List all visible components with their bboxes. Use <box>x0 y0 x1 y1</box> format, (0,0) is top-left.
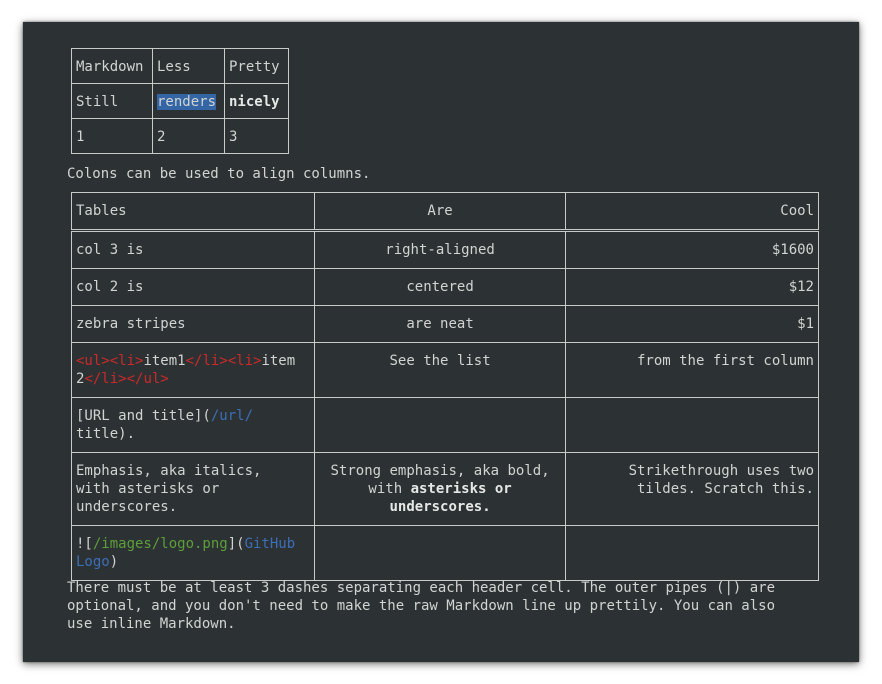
table-cell: centered <box>313 268 567 306</box>
markdown-table-small: Markdown Less Pretty Still renders nicel… <box>71 48 289 154</box>
list-text: item <box>261 353 296 369</box>
cell-text: Strikethrough uses two <box>628 463 814 479</box>
image-alt: GitHub <box>244 536 296 552</box>
cell-text: Strong emphasis, aka bold, <box>330 463 550 479</box>
table-cell: col 3 is <box>71 230 315 269</box>
table-row: col 3 is right-aligned $1600 <box>71 230 819 269</box>
table-cell: 2 <box>152 118 225 154</box>
table-row: 1 2 3 <box>71 118 289 154</box>
table-cell: zebra stripes <box>71 305 315 343</box>
header-cell: Are <box>313 192 567 232</box>
selected-text[interactable]: renders <box>157 94 217 110</box>
table-cell <box>313 397 567 453</box>
table-cell: are neat <box>313 305 567 343</box>
link-title: title). <box>76 426 136 442</box>
table-cell: $1600 <box>565 230 819 269</box>
table-cell: Strikethrough uses two tildes. Scratch th… <box>565 452 819 526</box>
table-cell: $12 <box>565 268 819 306</box>
image-syntax: ![ <box>76 536 93 552</box>
table-cell: 3 <box>224 118 289 154</box>
table-cell: col 2 is <box>71 268 315 306</box>
table-cell: Still <box>71 83 153 119</box>
table-cell: <ul><li>item1</li><li>item 2</li></ul> <box>71 342 315 398</box>
image-syntax: ) <box>109 554 119 570</box>
table-cell: renders <box>152 83 225 119</box>
table-row: ![/images/logo.png](GitHub Logo) <box>71 525 819 581</box>
colons-paragraph: Colons can be used to align columns. <box>67 166 371 182</box>
table-cell: [URL and title](/url/title). <box>71 397 315 453</box>
html-tag: </li><li> <box>185 353 262 369</box>
list-text: item1 <box>143 353 186 369</box>
cell-text: tildes. Scratch this. <box>636 481 814 497</box>
table-row: col 2 is centered $12 <box>71 268 819 306</box>
table-cell: Pretty <box>224 48 289 84</box>
cell-text: Emphasis, aka italics, <box>76 463 262 479</box>
html-tag: </li></ul> <box>84 371 169 387</box>
table-cell: Strong emphasis, aka bold, with asterisks… <box>313 452 567 526</box>
cell-text: with asterisks or <box>76 481 220 497</box>
table-header-row: Tables Are Cool <box>71 192 819 232</box>
table-cell: 1 <box>71 118 153 154</box>
table-row: Emphasis, aka italics, with asterisks or u… <box>71 452 819 526</box>
table-cell: nicely <box>224 83 289 119</box>
table-cell: Markdown <box>71 48 153 84</box>
paragraph-line: optional, and you don't need to make the… <box>67 598 776 614</box>
table-cell: See the list <box>313 342 567 398</box>
table-cell: Emphasis, aka italics, with asterisks or u… <box>71 452 315 526</box>
cell-text: with <box>368 481 411 497</box>
markdown-table-aligned: Tables Are Cool col 3 is right-aligned $… <box>71 192 819 581</box>
table-row: Still renders nicely <box>71 83 289 119</box>
table-cell <box>565 397 819 453</box>
paragraph-line: use inline Markdown. <box>67 616 236 632</box>
link-url[interactable]: /url/ <box>211 408 253 424</box>
image-path[interactable]: /images/logo.png <box>93 536 228 552</box>
cell-text: underscores. <box>76 499 178 515</box>
footer-paragraph: There must be at least 3 dashes separati… <box>67 579 837 633</box>
table-row: [URL and title](/url/title). <box>71 397 819 453</box>
html-tag: <ul><li> <box>76 353 144 369</box>
image-syntax: ]( <box>227 536 245 552</box>
link-text: [URL and title]( <box>76 408 211 424</box>
header-cell: Tables <box>71 192 315 232</box>
table-row: zebra stripes are neat $1 <box>71 305 819 343</box>
header-cell: Cool <box>565 192 819 232</box>
table-cell: ![/images/logo.png](GitHub Logo) <box>71 525 315 581</box>
bold-text: underscores. <box>389 499 491 515</box>
bold-text: asterisks or <box>410 481 512 497</box>
paragraph-line: There must be at least 3 dashes separati… <box>67 580 776 596</box>
table-cell: from the first column <box>565 342 819 398</box>
table-cell <box>313 525 567 581</box>
table-cell: Less <box>152 48 225 84</box>
table-cell <box>565 525 819 581</box>
table-row: <ul><li>item1</li><li>item 2</li></ul> Se… <box>71 342 819 398</box>
table-row: Markdown Less Pretty <box>71 48 289 84</box>
image-alt: Logo <box>76 554 110 570</box>
bold-text: nicely <box>229 94 280 110</box>
table-cell: $1 <box>565 305 819 343</box>
terminal-window: Markdown Less Pretty Still renders nicel… <box>23 22 859 662</box>
table-cell: right-aligned <box>313 230 567 269</box>
